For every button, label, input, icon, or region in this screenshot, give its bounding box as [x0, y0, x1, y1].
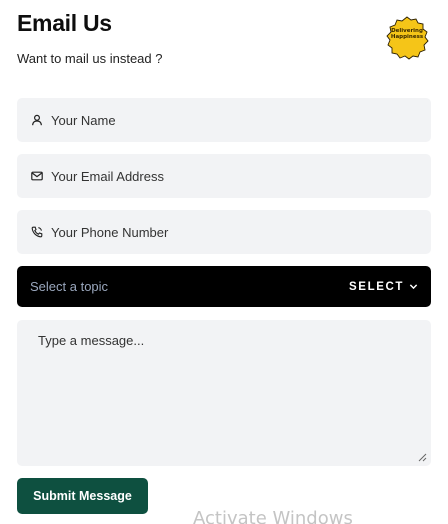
envelope-icon — [30, 169, 44, 183]
topic-placeholder: Select a topic — [30, 279, 109, 294]
topic-select[interactable]: Select a topic SELECT — [17, 266, 431, 307]
windows-activation-watermark: Activate Windows — [193, 508, 353, 524]
email-placeholder: Your Email Address — [51, 168, 164, 184]
page-title: Email Us — [17, 10, 112, 36]
chevron-down-icon — [409, 284, 418, 290]
name-placeholder: Your Name — [51, 112, 116, 128]
page-subtitle: Want to mail us instead ? — [17, 51, 163, 66]
user-icon — [30, 113, 44, 127]
topic-select-button[interactable]: SELECT — [349, 281, 418, 293]
topic-select-label: SELECT — [349, 280, 404, 293]
phone-placeholder: Your Phone Number — [51, 224, 169, 240]
badge-line-2: Happiness — [390, 34, 424, 40]
brand-badge: Delivering Happiness — [385, 16, 429, 60]
name-field[interactable]: Your Name — [17, 98, 431, 142]
phone-icon — [30, 225, 44, 239]
resize-handle-icon[interactable] — [418, 453, 427, 462]
message-textarea[interactable]: Type a message... — [17, 320, 431, 466]
submit-button[interactable]: Submit Message — [17, 478, 148, 514]
phone-field[interactable]: Your Phone Number — [17, 210, 431, 254]
email-field[interactable]: Your Email Address — [17, 154, 431, 198]
message-placeholder: Type a message... — [38, 333, 145, 348]
